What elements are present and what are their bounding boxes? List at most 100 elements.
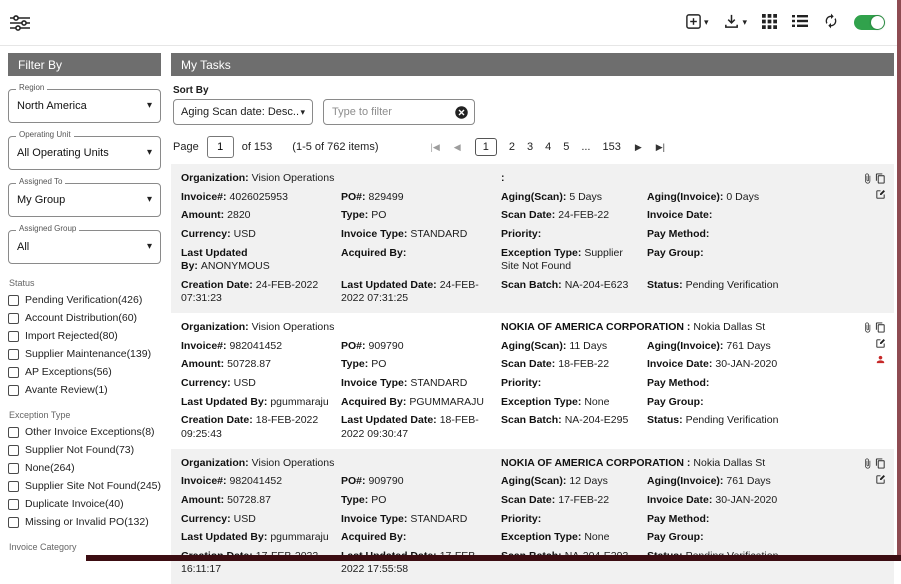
card-field: Last Updated Date:24-FEB-2022 07:31:25	[341, 279, 491, 306]
card-field: Invoice Type:STANDARD	[341, 377, 491, 391]
sidebar-filter-dropdown[interactable]: Operating Unit All Operating Units ▾	[8, 136, 161, 170]
filter-sidebar: Filter By Region North America ▾ Operati…	[8, 53, 161, 554]
checkbox-icon[interactable]	[8, 427, 19, 438]
card-field: Priority:	[501, 377, 637, 391]
checkbox-icon[interactable]	[8, 463, 19, 474]
sort-dropdown-value: Aging Scan date: Desc...	[181, 106, 300, 118]
edit-icon[interactable]	[875, 338, 886, 349]
task-card[interactable]: Organization:Vision Operations : Invoice…	[171, 164, 894, 313]
card-field: Priority:	[501, 513, 637, 527]
filter-checkbox-item[interactable]: Account Distribution(60)	[8, 312, 161, 324]
filter-checkbox-item[interactable]: Supplier Not Found(73)	[8, 444, 161, 456]
filter-section: Exception Type Other Invoice Exceptions(…	[8, 410, 161, 528]
filter-checkbox-item[interactable]: Supplier Maintenance(139)	[8, 348, 161, 360]
refresh-button[interactable]	[823, 13, 839, 32]
page-number[interactable]: 2	[509, 141, 515, 153]
chevron-down-icon: ▾	[147, 242, 152, 252]
page-label: Page	[173, 141, 199, 153]
checkbox-icon[interactable]	[8, 517, 19, 528]
clear-filter-icon[interactable]	[454, 105, 469, 120]
filter-checkbox-item[interactable]: Pending Verification(426)	[8, 294, 161, 306]
checkbox-icon[interactable]	[8, 367, 19, 378]
attachment-icon[interactable]	[862, 458, 873, 469]
filter-checkbox-item[interactable]: Avante Review(1)	[8, 384, 161, 396]
filter-checkbox-item[interactable]: None(264)	[8, 462, 161, 474]
first-page-button[interactable]: |◀	[431, 142, 440, 153]
toggle-on-switch[interactable]	[854, 15, 885, 30]
checkbox-icon[interactable]	[8, 295, 19, 306]
filter-checkbox-item[interactable]: Duplicate Invoice(40)	[8, 498, 161, 510]
export-download-button[interactable]: ▾	[723, 13, 747, 33]
edit-icon[interactable]	[875, 474, 886, 485]
grid-view-button[interactable]	[762, 14, 777, 32]
checkbox-icon[interactable]	[8, 481, 19, 492]
sidebar-filter-dropdown[interactable]: Region North America ▾	[8, 89, 161, 123]
filter-checkbox-item[interactable]: AP Exceptions(56)	[8, 366, 161, 378]
copy-icon[interactable]	[875, 322, 886, 333]
checkbox-icon[interactable]	[8, 349, 19, 360]
filter-sliders-icon[interactable]	[10, 15, 30, 31]
filter-checkbox-label: Pending Verification(426)	[25, 294, 142, 306]
card-field: Scan Batch:NA-204-E293	[501, 550, 637, 577]
card-field: PO#:909790	[341, 340, 491, 354]
page-number[interactable]: 153	[602, 141, 620, 153]
filter-input[interactable]	[323, 99, 475, 125]
checkbox-icon[interactable]	[8, 499, 19, 510]
checkbox-icon[interactable]	[8, 313, 19, 324]
card-field: Currency:USD	[181, 377, 331, 391]
sort-dropdown[interactable]: Aging Scan date: Desc... ▾	[173, 99, 313, 125]
filter-checkbox-label: Missing or Invalid PO(132)	[25, 516, 149, 528]
task-card[interactable]: Organization:Vision Operations NOKIA OF …	[171, 449, 894, 584]
filter-checkbox-item[interactable]: Other Invoice Exceptions(8)	[8, 426, 161, 438]
card-field: Aging(Scan):11 Days	[501, 340, 637, 354]
card-supplier: :	[501, 172, 858, 186]
chevron-down-icon: ▾	[147, 195, 152, 205]
card-field: Invoice Date:30-JAN-2020	[647, 494, 858, 508]
card-field: Type:PO	[341, 494, 491, 508]
task-card-fields: Organization:Vision Operations NOKIA OF …	[181, 321, 858, 446]
page-number-input[interactable]	[207, 136, 234, 158]
page-number[interactable]: 3	[527, 141, 533, 153]
sidebar-filter-dropdown[interactable]: Assigned Group All ▾	[8, 230, 161, 264]
filter-section-title: Exception Type	[9, 410, 161, 420]
copy-icon[interactable]	[875, 173, 886, 184]
dropdown-selected-value: All	[17, 241, 29, 253]
filter-checkbox-item[interactable]: Supplier Site Not Found(245)	[8, 480, 161, 492]
card-field: Invoice#:982041452	[181, 475, 331, 489]
chevron-down-icon: ▾	[300, 108, 305, 117]
checkbox-icon[interactable]	[8, 331, 19, 342]
checkbox-icon[interactable]	[8, 445, 19, 456]
page-number[interactable]: 4	[545, 141, 551, 153]
pagination-bar: Page of 153 (1-5 of 762 items) |◀ ◀ 1234…	[173, 136, 894, 158]
filter-checkbox-item[interactable]: Missing or Invalid PO(132)	[8, 516, 161, 528]
task-card[interactable]: Organization:Vision Operations NOKIA OF …	[171, 313, 894, 448]
card-field: Type:PO	[341, 358, 491, 372]
filter-checkbox-label: Duplicate Invoice(40)	[25, 498, 124, 510]
filter-checkbox-label: Supplier Not Found(73)	[25, 444, 134, 456]
window-edge-bottom	[86, 555, 901, 561]
filter-checkbox-item[interactable]: Import Rejected(80)	[8, 330, 161, 342]
chevron-down-icon: ▾	[147, 101, 152, 111]
add-record-button[interactable]: ▾	[685, 13, 709, 33]
edit-icon[interactable]	[875, 189, 886, 200]
list-view-icon	[792, 14, 808, 31]
list-view-button[interactable]	[792, 14, 808, 31]
card-field: Pay Group:	[647, 396, 858, 410]
last-page-button[interactable]: ▶|	[656, 142, 665, 153]
dropdown-selected-value: All Operating Units	[17, 147, 109, 159]
page-number[interactable]: 5	[563, 141, 569, 153]
card-field: Amount:50728.87	[181, 358, 331, 372]
card-field: Amount:50728.87	[181, 494, 331, 508]
sidebar-title: Filter By	[8, 53, 161, 76]
sidebar-filter-dropdown[interactable]: Assigned To My Group ▾	[8, 183, 161, 217]
card-field: Invoice Type:STANDARD	[341, 513, 491, 527]
card-field: Exception Type:None	[501, 396, 637, 410]
checkbox-icon[interactable]	[8, 385, 19, 396]
copy-icon[interactable]	[875, 458, 886, 469]
attachment-icon[interactable]	[862, 322, 873, 333]
page-number[interactable]: 1	[475, 138, 497, 156]
card-supplier: NOKIA OF AMERICA CORPORATION :Nokia Dall…	[501, 457, 858, 471]
attachment-icon[interactable]	[862, 173, 873, 184]
prev-page-button[interactable]: ◀	[454, 142, 461, 153]
next-page-button[interactable]: ▶	[635, 142, 642, 153]
